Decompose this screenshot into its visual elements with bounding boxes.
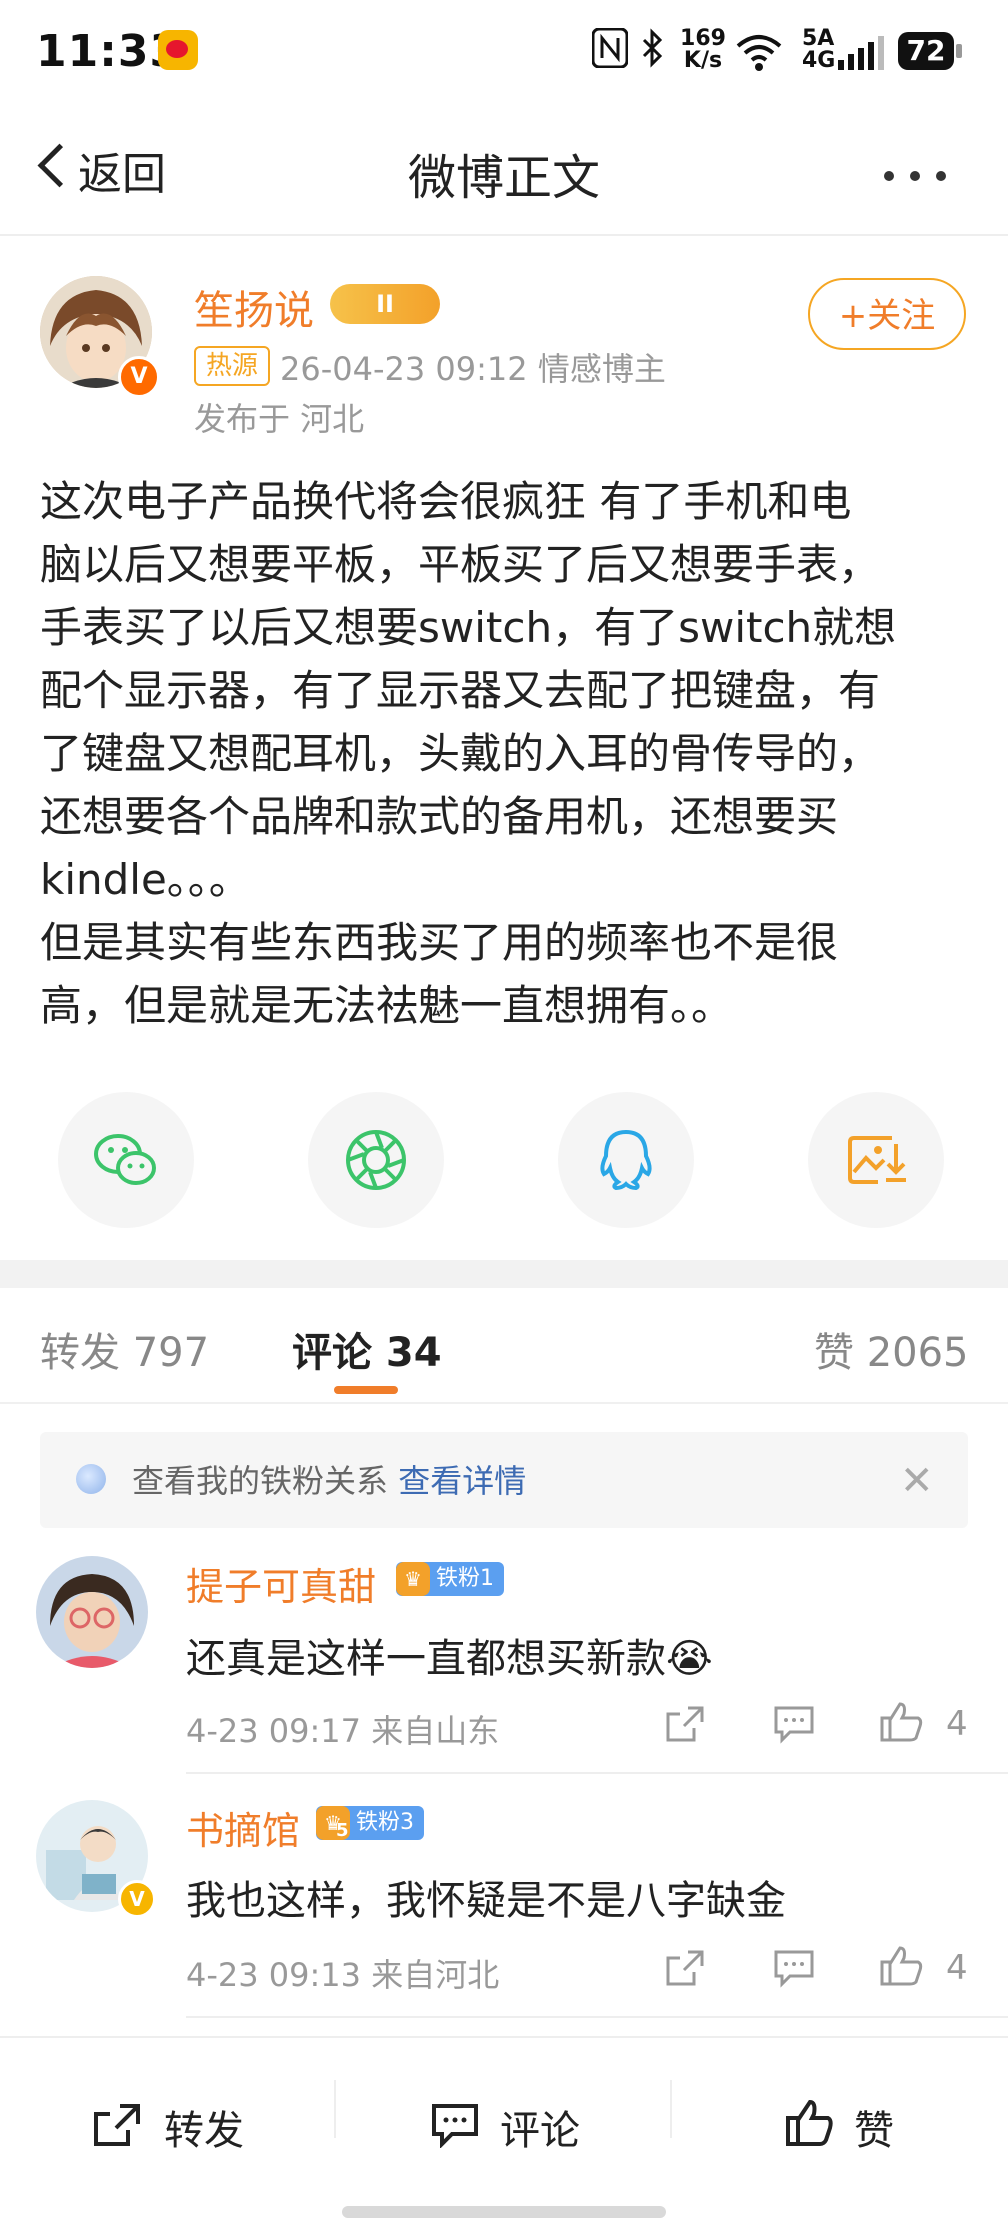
share-moments-button[interactable] (308, 1092, 444, 1228)
nav-divider (0, 234, 1008, 236)
crown-icon: ♛ (396, 1562, 430, 1596)
save-image-icon (848, 1136, 906, 1184)
comment-share-icon[interactable] (664, 1948, 708, 1992)
post-line: 还想要各个品牌和款式的备用机，还想要买 (40, 792, 839, 841)
comment-meta: 4-23 09:17 来自山东 (186, 1712, 500, 1750)
comment-share-icon[interactable] (664, 1704, 708, 1748)
comment-divider (186, 1772, 1008, 1774)
repost-button[interactable]: 转发 (60, 2068, 300, 2168)
wechat-icon (94, 1134, 156, 1185)
comment-like-count: 4 (946, 1948, 968, 1988)
post-meta: 26-04-23 09:12 情感博主 (280, 350, 666, 388)
signal-bottom: 4G (802, 48, 836, 73)
moments-icon (346, 1130, 406, 1190)
verified-v-icon: V (118, 356, 160, 398)
bottom-divider (334, 2080, 336, 2138)
fan-banner-text: 查看我的铁粉关系 查看详情 (132, 1456, 526, 1502)
chevron-left-icon (37, 143, 82, 188)
crown-level: 5 (336, 1820, 349, 1841)
tab-likes[interactable]: 赞 2065 (814, 1320, 969, 1378)
bottom-action-bar: 转发 评论 赞 (0, 2036, 1008, 2234)
comment-icon (432, 2104, 478, 2148)
verified-v-icon: V (118, 1880, 156, 1918)
like-label: 赞 (854, 2108, 894, 2154)
back-button[interactable]: 返回 (28, 130, 188, 210)
post-line: 配个显示器，有了显示器又去配了把键盘，有 (40, 666, 881, 715)
repost-label: 转发 (164, 2108, 244, 2154)
share-qq-button[interactable] (558, 1092, 694, 1228)
bluetooth-icon (640, 28, 666, 75)
fan-banner-label: 查看我的铁粉关系 (132, 1462, 389, 1500)
commenter-name[interactable]: 提子可真甜 (186, 1556, 376, 1611)
post-line: kindle。。。 (40, 855, 251, 904)
weibo-notification-icon (158, 30, 198, 70)
comment-button[interactable]: 评论 (400, 2068, 640, 2168)
post-line: 但是其实有些东西我买了用的频率也不是很 (40, 918, 839, 967)
more-options-icon[interactable] (884, 166, 962, 185)
comment-label: 评论 (500, 2108, 580, 2154)
signal-icon (836, 36, 888, 76)
tab-repost[interactable]: 转发 797 (40, 1320, 209, 1378)
net-speed-unit: K/s (683, 48, 723, 73)
comment-like-icon[interactable] (878, 1944, 924, 1992)
comment-like-icon[interactable] (878, 1700, 924, 1748)
bottom-divider (670, 2080, 672, 2138)
hot-source-tag: 热源 (194, 346, 270, 386)
nfc-icon (591, 27, 629, 75)
wifi-icon (734, 32, 784, 76)
author-name[interactable]: 笙扬说 (194, 278, 314, 336)
home-indicator (342, 2206, 666, 2218)
post-line: 手表买了以后又想要switch，有了switch就想 (40, 603, 897, 652)
commenter-name[interactable]: 书摘馆 (186, 1800, 300, 1855)
like-icon (786, 2099, 833, 2146)
comment-divider (186, 2016, 1008, 2018)
fan-level-badge: ♛ 铁粉1 (396, 1562, 504, 1596)
post-body: 这次电子产品换代将会很疯狂 有了手机和电 脑以后又想要平板，平板买了后又想要手表… (40, 470, 970, 1037)
vip-crown-badge[interactable]: II (330, 284, 440, 324)
battery-tip (956, 44, 962, 58)
back-label: 返回 (78, 149, 166, 200)
post-line: 了键盘又想配耳机，头戴的入耳的骨传导的， (40, 729, 881, 778)
save-image-button[interactable] (808, 1092, 944, 1228)
post-line: 高，但是就是无法祛魅一直想拥有。。 (40, 981, 734, 1030)
post-location: 发布于 河北 (194, 400, 365, 438)
section-separator (0, 1260, 1008, 1288)
battery-indicator: 72 (898, 32, 954, 70)
tab-divider (0, 1402, 1008, 1404)
follow-button[interactable]: +关注 (808, 278, 966, 350)
comment-reply-icon[interactable] (772, 1704, 816, 1748)
share-wechat-button[interactable] (58, 1092, 194, 1228)
post-line: 脑以后又想要平板，平板买了后又想要手表， (40, 540, 881, 589)
tab-comments[interactable]: 评论 34 (292, 1320, 442, 1378)
iron-fan-banner: 查看我的铁粉关系 查看详情 ✕ (40, 1432, 968, 1528)
like-button[interactable]: 赞 (750, 2068, 970, 2168)
commenter-avatar[interactable] (36, 1556, 148, 1668)
post-line: 这次电子产品换代将会很疯狂 有了手机和电 (40, 477, 852, 526)
fan-level-badge: ♛ 5 铁粉3 (316, 1806, 424, 1841)
signal-top: 5A (802, 26, 835, 51)
network-type: 5A 4G (802, 26, 836, 73)
fan-relation-icon (76, 1464, 106, 1494)
repost-icon (94, 2104, 140, 2146)
comment-text: 还真是这样一直都想买新款😭 (186, 1636, 713, 1682)
comment-reply-icon[interactable] (772, 1948, 816, 1992)
fan-details-link[interactable]: 查看详情 (398, 1462, 526, 1500)
net-speed-value: 169 (680, 26, 726, 51)
close-icon[interactable]: ✕ (900, 1458, 934, 1504)
net-speed: 169 K/s (680, 28, 726, 72)
comment-meta: 4-23 09:13 来自河北 (186, 1956, 500, 1994)
comment-text: 我也这样，我怀疑是不是八字缺金 (186, 1878, 786, 1924)
comment-like-count: 4 (946, 1704, 968, 1744)
qq-icon (600, 1129, 652, 1191)
active-tab-indicator (334, 1386, 398, 1394)
